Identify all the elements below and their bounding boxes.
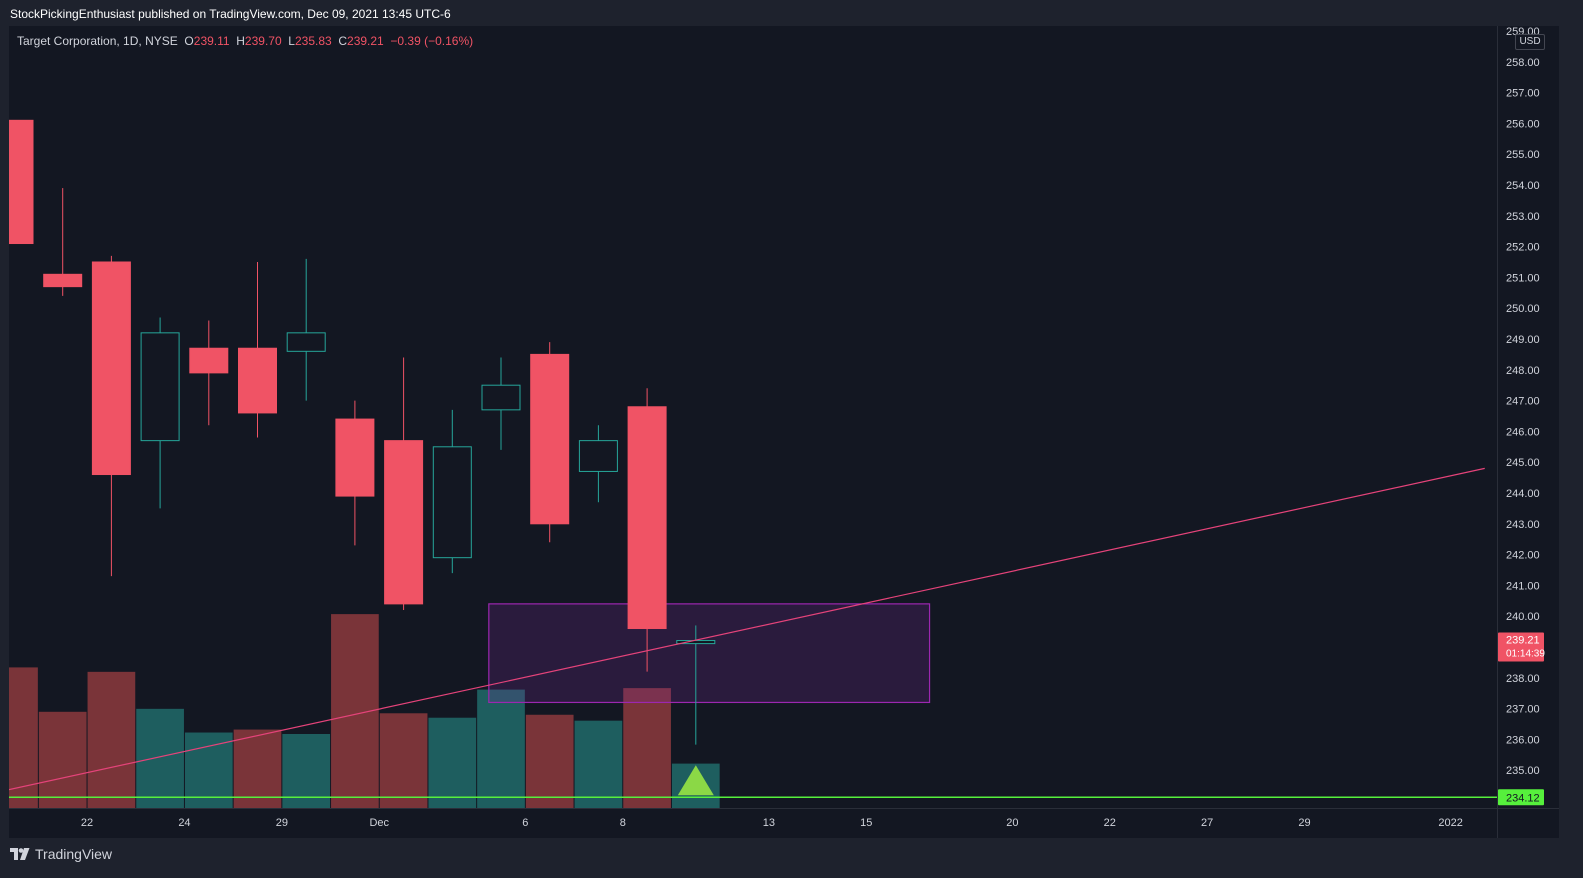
time-tick-label: 8 bbox=[620, 817, 626, 829]
volume-bar[interactable] bbox=[623, 688, 671, 808]
chart-header: StockPickingEnthusiast published on Trad… bbox=[0, 0, 1583, 26]
volume-bar[interactable] bbox=[574, 720, 623, 808]
candle-body[interactable] bbox=[432, 446, 472, 559]
candle-body[interactable] bbox=[140, 332, 180, 442]
price-tick-label: 250.00 bbox=[1506, 303, 1540, 315]
last-price-label: 239.21 bbox=[1506, 635, 1540, 647]
legend-close-value: 239.21 bbox=[347, 34, 384, 48]
price-tick-label: 235.00 bbox=[1506, 765, 1540, 777]
volume-bar[interactable] bbox=[525, 714, 574, 808]
price-tick-label: 254.00 bbox=[1506, 180, 1540, 192]
candle-body[interactable] bbox=[530, 353, 570, 525]
candle-body[interactable] bbox=[91, 261, 131, 476]
candle-body[interactable] bbox=[189, 347, 229, 374]
legend-high-value: 239.70 bbox=[244, 34, 282, 48]
time-tick-label: 27 bbox=[1201, 817, 1213, 829]
time-tick-label: 20 bbox=[1006, 817, 1018, 829]
candle-body[interactable] bbox=[43, 273, 83, 288]
time-tick-label: 2022 bbox=[1438, 817, 1462, 829]
volume-bar[interactable] bbox=[136, 708, 184, 808]
ohlc-legend: Target Corporation, 1D, NYSE O239.11 H23… bbox=[17, 34, 473, 48]
price-tick-label: 255.00 bbox=[1506, 149, 1540, 161]
legend-symbol: Target Corporation, 1D, NYSE bbox=[17, 34, 178, 48]
time-tick-label: 29 bbox=[1298, 817, 1310, 829]
price-tick-label: 251.00 bbox=[1506, 272, 1540, 284]
legend-low-value: 235.83 bbox=[294, 34, 332, 48]
supply-zone[interactable] bbox=[488, 603, 931, 704]
volume-bar[interactable] bbox=[38, 711, 87, 808]
price-chart[interactable]: 259.00258.00257.00256.00255.00254.00253.… bbox=[9, 26, 1559, 838]
time-tick-label: 6 bbox=[522, 817, 528, 829]
candle-body[interactable] bbox=[286, 332, 326, 352]
time-tick-label: 24 bbox=[178, 817, 190, 829]
volume-bar[interactable] bbox=[87, 671, 136, 808]
publish-info: StockPickingEnthusiast published on Trad… bbox=[10, 7, 451, 21]
price-tick-label: 236.00 bbox=[1506, 734, 1540, 746]
time-tick-label: 22 bbox=[1104, 817, 1116, 829]
support-price-label: 234.12 bbox=[1506, 792, 1540, 804]
price-tick-label: 248.00 bbox=[1506, 365, 1540, 377]
price-tick-label: 252.00 bbox=[1506, 242, 1540, 254]
chart-footer: TradingView bbox=[0, 838, 1583, 878]
price-tick-label: 247.00 bbox=[1506, 396, 1540, 408]
time-tick-label: 29 bbox=[276, 817, 288, 829]
volume-bar[interactable] bbox=[477, 689, 525, 808]
candle-body[interactable] bbox=[238, 347, 277, 414]
price-tick-label: 242.00 bbox=[1506, 550, 1540, 562]
time-tick-label: Dec bbox=[369, 817, 389, 829]
price-tick-label: 243.00 bbox=[1506, 519, 1540, 531]
time-tick-label: 15 bbox=[860, 817, 872, 829]
volume-bar[interactable] bbox=[428, 717, 477, 808]
time-tick-label: 13 bbox=[763, 817, 775, 829]
time-tick-label: 22 bbox=[81, 817, 93, 829]
price-tick-label: 244.00 bbox=[1506, 488, 1540, 500]
candle-body[interactable] bbox=[384, 440, 424, 605]
price-tick-label: 246.00 bbox=[1506, 426, 1540, 438]
bar-countdown-label: 01:14:39 bbox=[1506, 649, 1545, 660]
price-tick-label: 245.00 bbox=[1506, 457, 1540, 469]
tradingview-brand: TradingView bbox=[35, 846, 113, 862]
tradingview-logo[interactable]: TradingView bbox=[10, 846, 112, 862]
candle-body[interactable] bbox=[481, 384, 521, 411]
legend-open-label: O bbox=[184, 34, 194, 48]
candle-body[interactable] bbox=[9, 119, 34, 245]
legend-low-label: L bbox=[288, 34, 295, 48]
price-tick-label: 240.00 bbox=[1506, 611, 1540, 623]
candle-body[interactable] bbox=[335, 418, 375, 497]
volume-bar[interactable] bbox=[233, 729, 282, 808]
price-tick-label: 241.00 bbox=[1506, 580, 1540, 592]
volume-bar[interactable] bbox=[379, 713, 428, 808]
price-tick-label: 258.00 bbox=[1506, 57, 1540, 69]
candle-body[interactable] bbox=[578, 440, 618, 472]
currency-badge[interactable]: USD bbox=[1515, 34, 1545, 50]
legend-open-value: 239.11 bbox=[193, 34, 230, 48]
price-tick-label: 257.00 bbox=[1506, 88, 1540, 100]
price-tick-label: 249.00 bbox=[1506, 334, 1540, 346]
legend-close-label: C bbox=[338, 34, 348, 48]
tradingview-logo-icon bbox=[10, 848, 30, 860]
price-tick-label: 237.00 bbox=[1506, 704, 1540, 716]
price-tick-label: 253.00 bbox=[1506, 211, 1540, 223]
legend-high-label: H bbox=[236, 34, 245, 48]
candle-body[interactable] bbox=[627, 406, 667, 630]
price-tick-label: 238.00 bbox=[1506, 673, 1540, 685]
chart-frame[interactable]: 259.00 258.00 257.00 256.00 255.00 254.00 253.… bbox=[9, 26, 1559, 838]
price-tick-label: 256.00 bbox=[1506, 118, 1540, 130]
legend-change: −0.39 (−0.16%) bbox=[390, 34, 474, 48]
